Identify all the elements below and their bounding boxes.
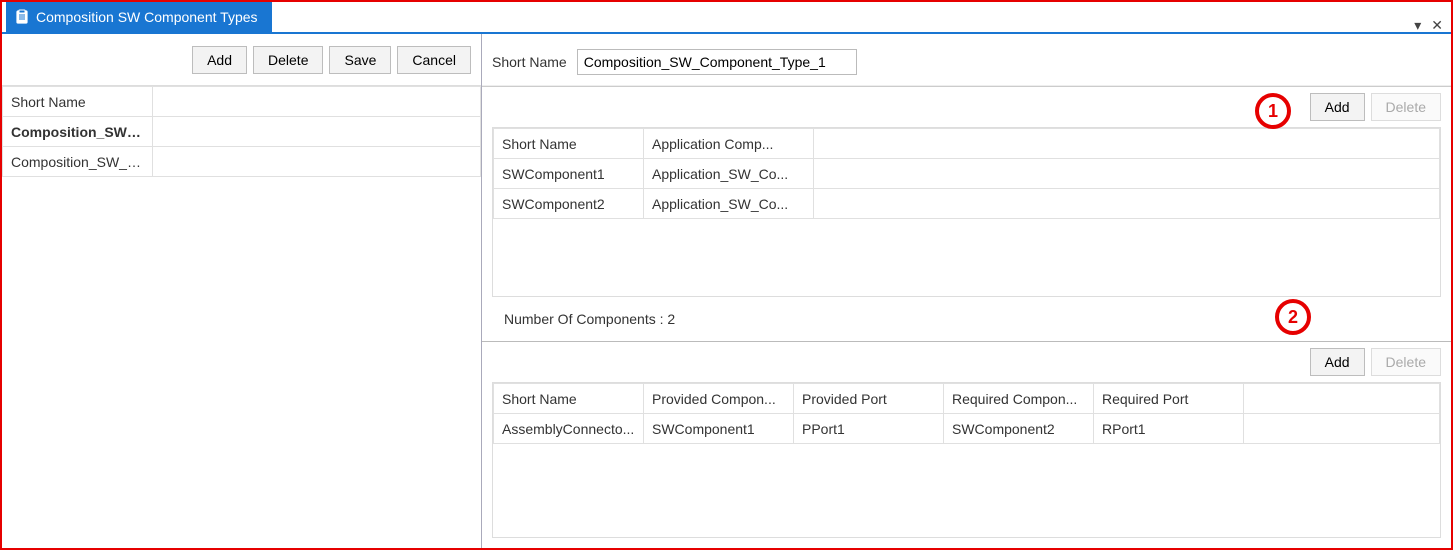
col-short-name[interactable]: Short Name [494, 384, 644, 414]
col-blank [814, 129, 1440, 159]
cell-name: SWComponent1 [494, 159, 644, 189]
tab-composition[interactable]: Composition SW Component Types [6, 2, 272, 32]
annotation-1: 1 [1255, 93, 1291, 129]
connectors-add-button[interactable]: Add [1310, 348, 1365, 376]
left-delete-button[interactable]: Delete [253, 46, 323, 74]
left-table: Short Name Composition_SW_... Compositio… [2, 86, 481, 548]
cell-blank [153, 117, 481, 147]
table-header-row: Short Name Provided Compon... Provided P… [494, 384, 1440, 414]
left-toolbar: Add Delete Save Cancel [2, 34, 481, 86]
col-required-port[interactable]: Required Port [1094, 384, 1244, 414]
tab-title: Composition SW Component Types [36, 9, 258, 25]
right-pane: Short Name 1 Add Delete Short Name Appli… [482, 34, 1451, 548]
table-row[interactable]: SWComponent2 Application_SW_Co... [494, 189, 1440, 219]
col-blank [1244, 384, 1440, 414]
clipboard-icon [14, 9, 30, 25]
table-header-row: Short Name [3, 87, 481, 117]
table-row[interactable]: AssemblyConnecto... SWComponent1 PPort1 … [494, 414, 1440, 444]
col-app-comp[interactable]: Application Comp... [644, 129, 814, 159]
shortname-input[interactable] [577, 49, 857, 75]
components-delete-button[interactable]: Delete [1371, 93, 1441, 121]
components-table: Short Name Application Comp... SWCompone… [492, 127, 1441, 297]
minimize-icon[interactable]: ▾ [1414, 18, 1421, 32]
cell-name: AssemblyConnecto... [494, 414, 644, 444]
main-split: Add Delete Save Cancel Short Name Comp [2, 34, 1451, 548]
shortname-row: Short Name [482, 34, 1451, 86]
close-icon[interactable]: ✕ [1431, 18, 1443, 32]
cell-pcomp: SWComponent1 [644, 414, 794, 444]
cell-type: Application_SW_Co... [644, 189, 814, 219]
app-window: Composition SW Component Types ▾ ✕ Add D… [0, 0, 1453, 550]
col-provided-comp[interactable]: Provided Compon... [644, 384, 794, 414]
left-pane: Add Delete Save Cancel Short Name Comp [2, 34, 482, 548]
cell-type: Application_SW_Co... [644, 159, 814, 189]
cell-pport: PPort1 [794, 414, 944, 444]
left-save-button[interactable]: Save [329, 46, 391, 74]
col-short-name[interactable]: Short Name [3, 87, 153, 117]
cell-rport: RPort1 [1094, 414, 1244, 444]
left-add-button[interactable]: Add [192, 46, 247, 74]
annotation-2: 2 [1275, 299, 1311, 335]
connectors-delete-button[interactable]: Delete [1371, 348, 1441, 376]
left-cancel-button[interactable]: Cancel [397, 46, 471, 74]
connectors-toolbar: Add Delete [482, 342, 1451, 382]
cell-rcomp: SWComponent2 [944, 414, 1094, 444]
components-count: Number Of Components : 2 2 [482, 297, 1451, 341]
cell-blank [153, 147, 481, 177]
cell-name: SWComponent2 [494, 189, 644, 219]
col-required-comp[interactable]: Required Compon... [944, 384, 1094, 414]
table-header-row: Short Name Application Comp... [494, 129, 1440, 159]
components-toolbar: Add Delete [482, 87, 1451, 127]
shortname-label: Short Name [492, 54, 567, 70]
connectors-table: Short Name Provided Compon... Provided P… [492, 382, 1441, 538]
components-add-button[interactable]: Add [1310, 93, 1365, 121]
cell-name: Composition_SW_... [3, 117, 153, 147]
window-controls: ▾ ✕ [1414, 18, 1443, 32]
cell-name: Composition_SW_C... [3, 147, 153, 177]
col-blank[interactable] [153, 87, 481, 117]
connectors-section: Add Delete Short Name Provided Compon...… [482, 341, 1451, 548]
table-row[interactable]: Composition_SW_C... [3, 147, 481, 177]
table-row[interactable]: Composition_SW_... [3, 117, 481, 147]
col-short-name[interactable]: Short Name [494, 129, 644, 159]
table-row[interactable]: SWComponent1 Application_SW_Co... [494, 159, 1440, 189]
components-section: 1 Add Delete Short Name Application Comp… [482, 86, 1451, 341]
tab-bar: Composition SW Component Types ▾ ✕ [2, 2, 1451, 34]
col-provided-port[interactable]: Provided Port [794, 384, 944, 414]
